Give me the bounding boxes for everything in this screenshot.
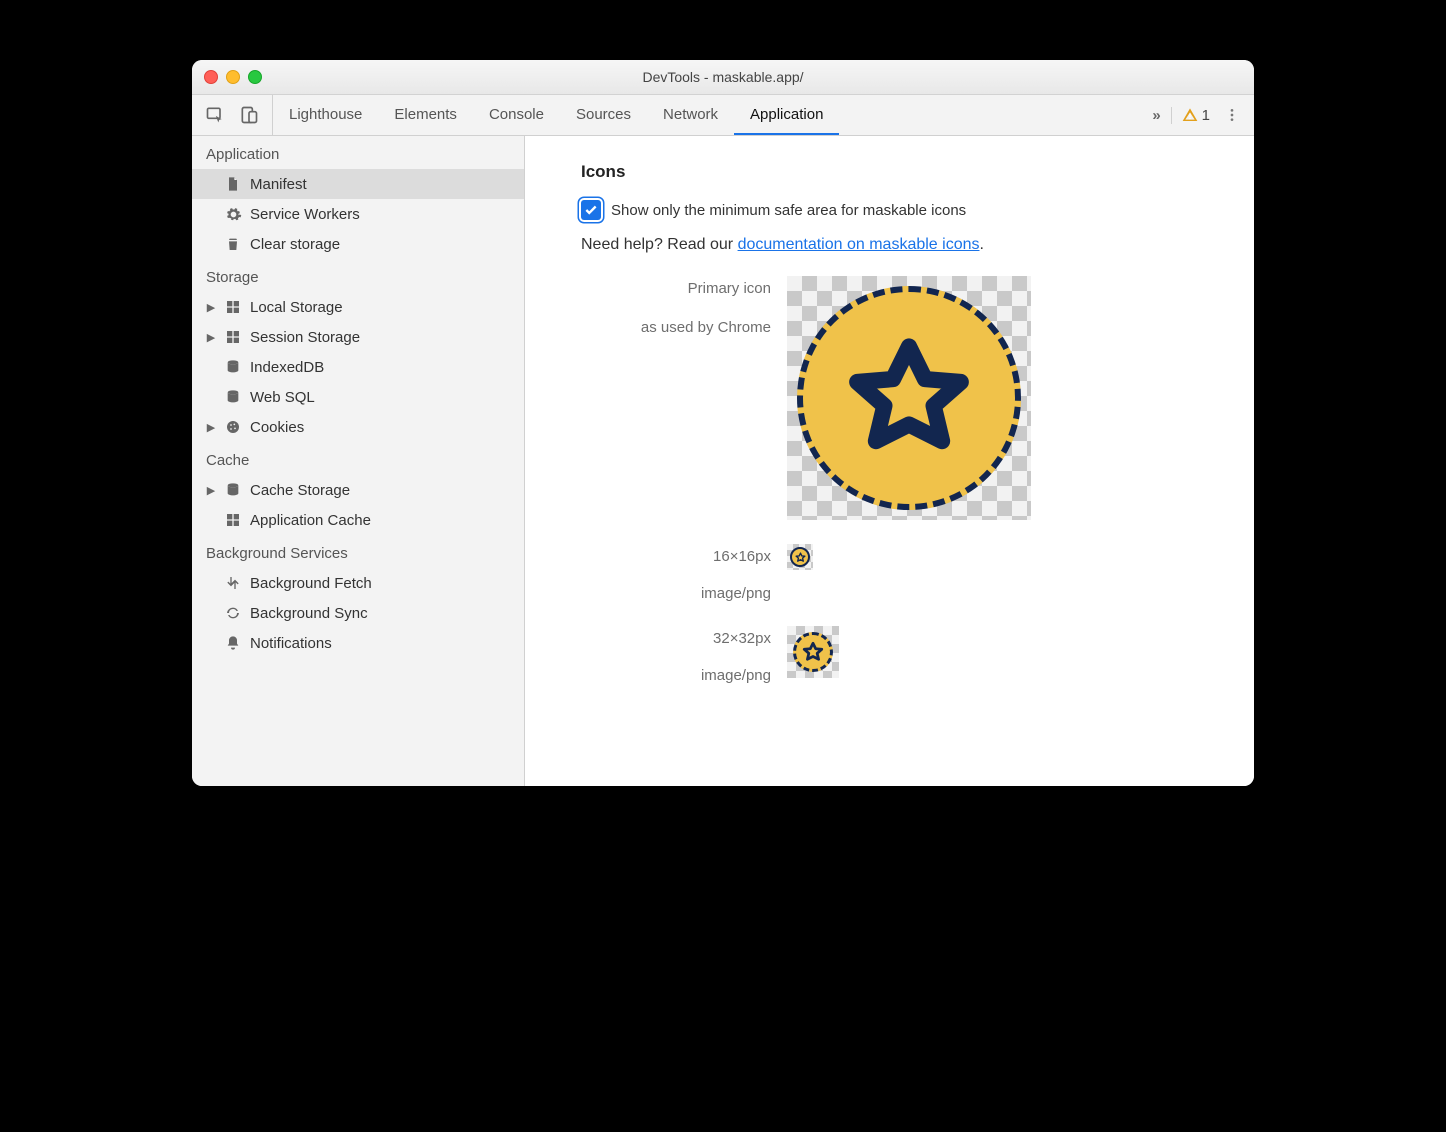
sidebar-item-background-fetch[interactable]: Background Fetch xyxy=(192,568,524,598)
icon-size-label: 32×32px xyxy=(581,626,771,647)
sidebar-item-label: Local Storage xyxy=(250,299,343,316)
window-title: DevTools - maskable.app/ xyxy=(192,69,1254,85)
sidebar-item-label: Notifications xyxy=(250,635,332,652)
icon-size-label: 16×16px xyxy=(581,544,771,565)
sidebar-item-label: Cookies xyxy=(250,419,304,436)
sidebar-item-indexeddb[interactable]: IndexedDB xyxy=(192,352,524,382)
sidebar-item-service-workers[interactable]: Service Workers xyxy=(192,199,524,229)
sync-icon xyxy=(224,604,242,622)
sidebar-item-label: Background Fetch xyxy=(250,575,372,592)
disclosure-triangle-icon[interactable]: ▶ xyxy=(206,301,216,314)
help-text: Need help? Read our documentation on mas… xyxy=(581,236,1234,254)
help-prefix: Need help? Read our xyxy=(581,236,738,253)
close-window-button[interactable] xyxy=(204,70,218,84)
sidebar-item-label: Cache Storage xyxy=(250,482,350,499)
help-suffix: . xyxy=(979,236,983,253)
minimize-window-button[interactable] xyxy=(226,70,240,84)
sidebar-item-application-cache[interactable]: Application Cache xyxy=(192,505,524,535)
trash-icon xyxy=(224,235,242,253)
warning-count: 1 xyxy=(1202,107,1210,124)
sidebar-item-label: IndexedDB xyxy=(250,359,324,376)
grid-icon xyxy=(224,328,242,346)
cookie-icon xyxy=(224,418,242,436)
sidebar-item-session-storage[interactable]: ▶ Session Storage xyxy=(192,322,524,352)
check-icon xyxy=(584,203,598,217)
grid-icon xyxy=(224,511,242,529)
sidebar-item-notifications[interactable]: Notifications xyxy=(192,628,524,658)
safe-area-checkbox-label: Show only the minimum safe area for mask… xyxy=(611,202,966,219)
safe-area-checkbox[interactable] xyxy=(581,200,601,220)
settings-menu-button[interactable] xyxy=(1220,107,1244,123)
sidebar-item-manifest[interactable]: Manifest xyxy=(192,169,524,199)
primary-icon-label-1: Primary icon xyxy=(581,276,771,297)
manifest-panel: Icons Show only the minimum safe area fo… xyxy=(525,136,1254,786)
star-icon xyxy=(795,552,806,563)
grid-icon xyxy=(224,298,242,316)
documentation-link[interactable]: documentation on maskable icons xyxy=(738,236,980,253)
window-controls xyxy=(204,70,262,84)
titlebar: DevTools - maskable.app/ xyxy=(192,60,1254,95)
sidebar-item-label: Manifest xyxy=(250,176,307,193)
sidebar-item-background-sync[interactable]: Background Sync xyxy=(192,598,524,628)
sidebar-item-label: Application Cache xyxy=(250,512,371,529)
more-tabs-button[interactable]: » xyxy=(1152,107,1160,124)
icon-32-preview xyxy=(787,626,839,678)
panel-tabs: LighthouseElementsConsoleSourcesNetworkA… xyxy=(273,95,1142,135)
sidebar-section-title: Background Services xyxy=(192,535,524,568)
database-icon xyxy=(224,388,242,406)
tab-console[interactable]: Console xyxy=(473,95,560,135)
fetch-icon xyxy=(224,574,242,592)
disclosure-triangle-icon[interactable]: ▶ xyxy=(206,484,216,497)
database-icon xyxy=(224,481,242,499)
disclosure-triangle-icon[interactable]: ▶ xyxy=(206,421,216,434)
warnings-indicator[interactable]: 1 xyxy=(1171,107,1210,124)
gear-icon xyxy=(224,205,242,223)
sidebar-section-title: Cache xyxy=(192,442,524,475)
bell-icon xyxy=(224,634,242,652)
devtools-toolbar: LighthouseElementsConsoleSourcesNetworkA… xyxy=(192,95,1254,136)
sidebar-item-label: Session Storage xyxy=(250,329,360,346)
sidebar-item-web-sql[interactable]: Web SQL xyxy=(192,382,524,412)
tab-lighthouse[interactable]: Lighthouse xyxy=(273,95,378,135)
sidebar-section-title: Application xyxy=(192,136,524,169)
star-icon xyxy=(802,641,824,663)
tab-sources[interactable]: Sources xyxy=(560,95,647,135)
sidebar-section-title: Storage xyxy=(192,259,524,292)
application-sidebar: Application Manifest Service Workers Clear … xyxy=(192,136,525,786)
sidebar-item-clear-storage[interactable]: Clear storage xyxy=(192,229,524,259)
tab-application[interactable]: Application xyxy=(734,95,839,135)
sidebar-item-cookies[interactable]: ▶ Cookies xyxy=(192,412,524,442)
icon-mime-label: image/png xyxy=(581,585,771,602)
sidebar-item-cache-storage[interactable]: ▶ Cache Storage xyxy=(192,475,524,505)
sidebar-item-label: Clear storage xyxy=(250,236,340,253)
star-icon xyxy=(844,333,974,463)
primary-icon-label-2: as used by Chrome xyxy=(581,319,771,336)
file-icon xyxy=(224,175,242,193)
disclosure-triangle-icon[interactable]: ▶ xyxy=(206,331,216,344)
warning-icon xyxy=(1182,107,1198,123)
icon-16-preview xyxy=(787,544,813,570)
zoom-window-button[interactable] xyxy=(248,70,262,84)
tab-elements[interactable]: Elements xyxy=(378,95,473,135)
inspect-element-icon[interactable] xyxy=(204,104,226,126)
sidebar-item-local-storage[interactable]: ▶ Local Storage xyxy=(192,292,524,322)
devtools-window: DevTools - maskable.app/ LighthouseEleme… xyxy=(192,60,1254,786)
icon-mime-label: image/png xyxy=(581,667,771,684)
primary-icon-preview xyxy=(787,276,1031,520)
sidebar-item-label: Service Workers xyxy=(250,206,360,223)
sidebar-item-label: Web SQL xyxy=(250,389,315,406)
maskable-safe-area xyxy=(797,286,1021,510)
sidebar-item-label: Background Sync xyxy=(250,605,368,622)
section-heading: Icons xyxy=(581,162,1234,182)
database-icon xyxy=(224,358,242,376)
device-toolbar-icon[interactable] xyxy=(238,104,260,126)
tab-network[interactable]: Network xyxy=(647,95,734,135)
